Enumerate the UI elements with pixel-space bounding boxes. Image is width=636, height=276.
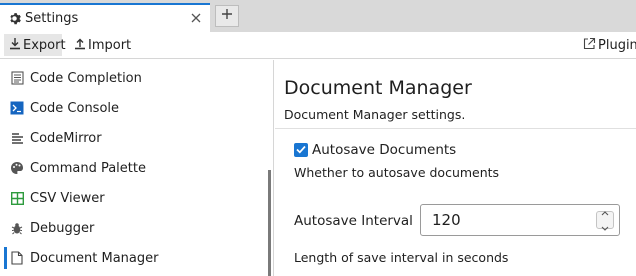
plugin-label: Plugin (598, 37, 636, 53)
terminal-icon (10, 101, 24, 115)
import-button[interactable]: Import (73, 34, 133, 56)
interval-field[interactable] (420, 204, 620, 236)
autosave-description: Whether to autosave documents (294, 165, 500, 180)
chevron-down-icon[interactable] (601, 220, 609, 235)
sidebar-item-code-console[interactable]: Code Console (0, 93, 268, 123)
upload-icon (74, 37, 88, 54)
tab-settings[interactable]: Settings (0, 3, 210, 32)
sidebar-item-document-manager[interactable]: Document Manager (0, 243, 268, 273)
list-lines-icon (10, 71, 24, 85)
sidebar-item-debugger[interactable]: Debugger (0, 213, 268, 243)
sidebar-item-csv-viewer[interactable]: CSV Viewer (0, 183, 268, 213)
external-link-icon (583, 37, 598, 54)
chevron-up-icon[interactable] (601, 205, 609, 220)
autosave-checkbox[interactable] (294, 143, 308, 157)
panel-description: Document Manager settings. (284, 107, 466, 122)
sidebar-scrollbar[interactable] (268, 170, 271, 276)
sidebar-item-label: Code Completion (30, 70, 142, 86)
palette-icon (10, 161, 24, 175)
export-button[interactable]: Export (4, 34, 66, 56)
autosave-label[interactable]: Autosave Documents (312, 142, 456, 158)
active-indicator (4, 247, 7, 269)
plus-icon (221, 8, 233, 24)
export-label: Export (23, 37, 66, 53)
panel-title: Document Manager (284, 77, 472, 99)
sidebar-item-label: CodeMirror (30, 130, 102, 146)
document-icon (10, 251, 24, 265)
divider (275, 128, 636, 129)
sidebar-item-command-palette[interactable]: Command Palette (0, 153, 268, 183)
sidebar-item-label: Code Console (30, 100, 120, 116)
new-tab-button[interactable] (215, 5, 239, 27)
bug-icon (10, 221, 24, 235)
download-icon (9, 37, 23, 54)
text-lines-icon (10, 131, 24, 145)
settings-sidebar: Code Completion Code Console CodeMirror … (0, 60, 274, 276)
close-icon[interactable] (190, 12, 202, 24)
toolbar: Export Import Plugin (0, 32, 636, 59)
tab-bar: Settings (0, 0, 636, 32)
plugin-button[interactable]: Plugin (583, 34, 636, 56)
interval-description: Length of save interval in seconds (294, 250, 509, 265)
sidebar-item-codemirror[interactable]: CodeMirror (0, 123, 268, 153)
sidebar-item-label: Document Manager (30, 250, 159, 266)
sidebar-item-label: Command Palette (30, 160, 146, 176)
interval-input[interactable] (422, 206, 592, 234)
checkmark-icon (296, 143, 306, 158)
sidebar-item-code-completion[interactable]: Code Completion (0, 63, 268, 93)
sidebar-item-label: CSV Viewer (30, 190, 105, 206)
import-label: Import (88, 37, 132, 53)
tab-title: Settings (25, 11, 79, 26)
settings-panel: Document Manager Document Manager settin… (275, 60, 636, 276)
number-spinner[interactable] (596, 211, 614, 231)
table-grid-icon (10, 191, 24, 205)
interval-label: Autosave Interval (294, 213, 413, 229)
gear-icon (7, 12, 21, 26)
sidebar-item-label: Debugger (30, 220, 95, 236)
